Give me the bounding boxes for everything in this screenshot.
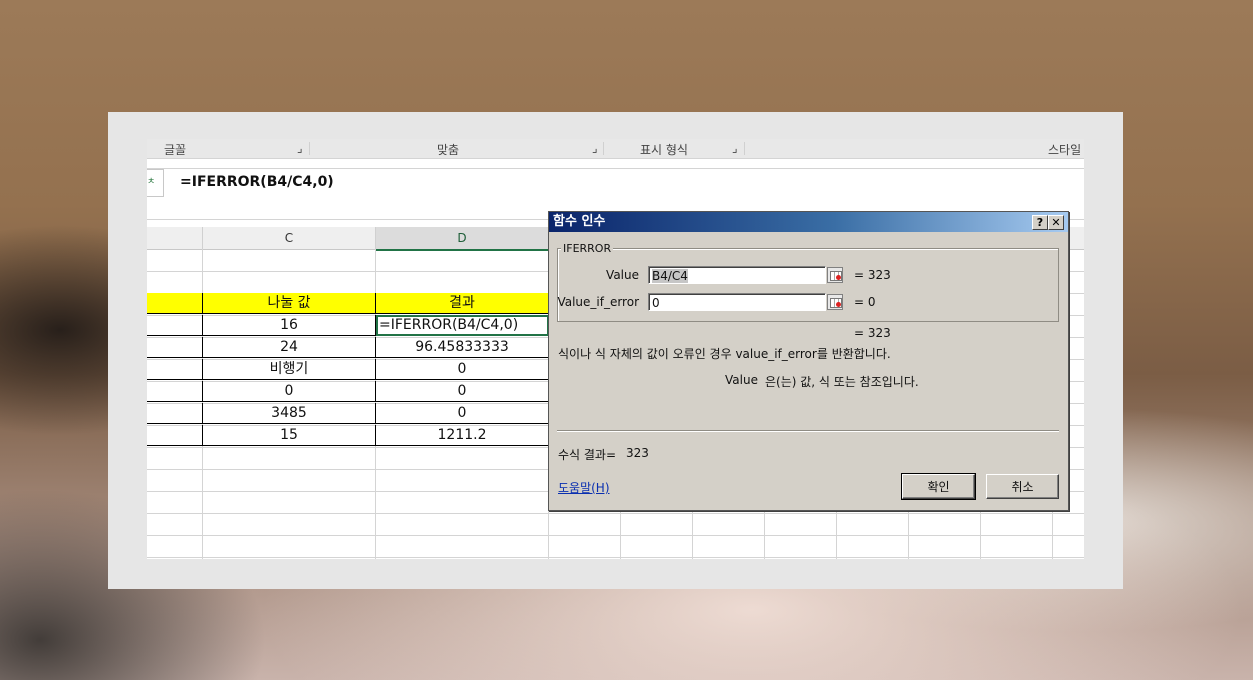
- divider: [557, 430, 1059, 432]
- insert-function-icon[interactable]: ㅊ: [147, 169, 164, 197]
- function-description: 식이나 식 자체의 값이 오류인 경우 value_if_error를 반환합니…: [558, 347, 891, 361]
- table-cell[interactable]: 96.45833333: [376, 337, 549, 358]
- table-cell[interactable]: [147, 337, 203, 358]
- table-cell[interactable]: 0: [376, 381, 549, 402]
- ok-button[interactable]: 확인: [901, 473, 976, 500]
- table-cell[interactable]: [147, 403, 203, 424]
- table-cell[interactable]: [147, 381, 203, 402]
- help-icon[interactable]: ?: [1032, 215, 1048, 230]
- cell-d3[interactable]: 결과: [376, 293, 549, 314]
- cell-b3[interactable]: [147, 293, 203, 314]
- number-dialog-launcher-icon[interactable]: ⌟: [732, 141, 738, 155]
- cancel-button[interactable]: 취소: [986, 474, 1059, 499]
- dialog-titlebar[interactable]: 함수 인수 ? ✕: [549, 212, 1068, 232]
- ribbon-group-number: 표시 형식: [640, 143, 688, 157]
- value-input-text: B4/C4: [652, 269, 688, 283]
- ribbon-group-styles: 스타일: [1048, 143, 1082, 157]
- table-cell[interactable]: 3485: [203, 403, 376, 424]
- collapse-dialog-icon[interactable]: [827, 267, 843, 283]
- table-cell[interactable]: 0: [203, 381, 376, 402]
- value-input[interactable]: B4/C4: [648, 266, 826, 284]
- cell-c3[interactable]: 나눌 값: [203, 293, 376, 314]
- function-result: = 323: [854, 326, 891, 340]
- value-if-error-input[interactable]: 0: [648, 293, 826, 311]
- close-icon[interactable]: ✕: [1048, 215, 1064, 230]
- function-name: IFERROR: [561, 242, 614, 255]
- column-header-c[interactable]: C: [203, 227, 376, 250]
- function-arguments-dialog: 함수 인수 ? ✕ IFERROR Value B4/C4 = 323 Valu…: [548, 211, 1069, 511]
- table-cell[interactable]: 0: [376, 359, 549, 380]
- dialog-title: 함수 인수: [553, 214, 606, 229]
- table-cell[interactable]: 0: [376, 403, 549, 424]
- arg-help-text: 은(는) 값, 식 또는 참조입니다.: [765, 375, 919, 389]
- table-cell[interactable]: [147, 359, 203, 380]
- table-cell[interactable]: 15: [203, 425, 376, 446]
- table-cell[interactable]: 16: [203, 315, 376, 336]
- table-cell[interactable]: 비행기: [203, 359, 376, 380]
- value-label: Value: [606, 268, 639, 282]
- font-dialog-launcher-icon[interactable]: ⌟: [297, 141, 303, 155]
- ribbon-group-labels: 글꼴 ⌟ 맞춤 ⌟ 표시 형식 ⌟ 스타일: [147, 139, 1084, 159]
- arg-help-name: Value: [725, 373, 758, 387]
- value-result: = 323: [854, 268, 891, 282]
- value-if-error-result: = 0: [854, 295, 876, 309]
- table-cell[interactable]: 24: [203, 337, 376, 358]
- formula-result-value: 323: [626, 446, 649, 460]
- alignment-dialog-launcher-icon[interactable]: ⌟: [592, 141, 598, 155]
- ribbon-group-font: 글꼴: [164, 143, 187, 157]
- collapse-dialog-icon[interactable]: [827, 294, 843, 310]
- column-header-b[interactable]: [147, 227, 203, 250]
- column-header-d[interactable]: D: [376, 227, 549, 251]
- formula-result-label: 수식 결과=: [558, 448, 617, 462]
- table-cell[interactable]: [147, 425, 203, 446]
- active-cell-d4[interactable]: =IFERROR(B4/C4,0): [376, 315, 549, 336]
- help-link[interactable]: 도움말(H): [558, 479, 610, 496]
- ribbon-group-alignment: 맞춤: [437, 143, 460, 157]
- value-if-error-label: Value_if_error: [557, 295, 639, 309]
- formula-input[interactable]: =IFERROR(B4/C4,0): [180, 174, 334, 190]
- table-cell[interactable]: 1211.2: [376, 425, 549, 446]
- table-cell[interactable]: [147, 315, 203, 336]
